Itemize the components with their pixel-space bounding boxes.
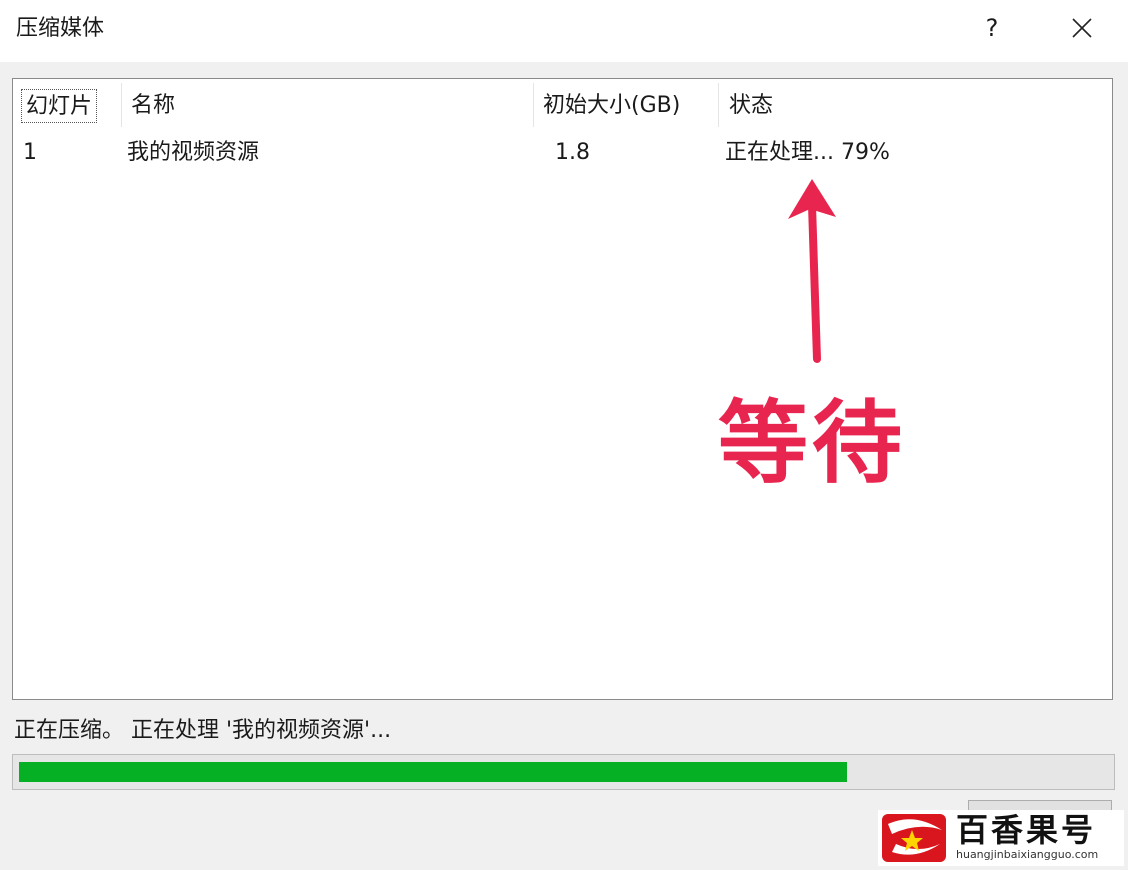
- watermark: 百香果号 huangjinbaixiangguo.com: [878, 810, 1124, 866]
- media-list[interactable]: 幻灯片 名称 初始大小(GB) 状态 1 我的视频资源 1.8 正在处理... …: [12, 78, 1113, 700]
- compress-media-dialog: 压缩媒体 ? 幻灯片 名称 初始大小(GB) 状态 1 我的视频资源 1.8 正…: [0, 0, 1128, 870]
- status-message: 正在压缩。 正在处理 '我的视频资源'...: [14, 718, 392, 743]
- column-header-status[interactable]: 状态: [729, 89, 773, 123]
- column-header-name[interactable]: 名称: [131, 89, 175, 123]
- column-divider[interactable]: [718, 83, 719, 127]
- column-header-slide[interactable]: 幻灯片: [21, 89, 98, 123]
- progress-bar: [12, 754, 1115, 790]
- dialog-title: 压缩媒体: [16, 16, 105, 41]
- cell-size: 1.8: [555, 140, 590, 165]
- column-header-size[interactable]: 初始大小(GB): [543, 89, 680, 123]
- logo-icon: [882, 814, 946, 862]
- help-button[interactable]: ?: [972, 8, 1012, 48]
- annotation-label: 等待: [718, 390, 906, 496]
- watermark-url: huangjinbaixiangguo.com: [956, 848, 1099, 861]
- progress-bar-fill: [19, 762, 847, 782]
- list-header: 幻灯片 名称 初始大小(GB) 状态: [13, 79, 1112, 131]
- watermark-name: 百香果号: [956, 811, 1097, 849]
- cell-name: 我的视频资源: [127, 140, 260, 165]
- list-row[interactable]: 1 我的视频资源 1.8 正在处理... 79%: [13, 131, 1112, 175]
- close-icon: [1072, 18, 1092, 38]
- title-bar: 压缩媒体 ?: [0, 0, 1128, 62]
- cell-slide: 1: [23, 140, 37, 165]
- cell-status: 正在处理... 79%: [725, 140, 890, 165]
- column-divider[interactable]: [533, 83, 534, 127]
- close-button[interactable]: [1060, 8, 1104, 48]
- up-arrow-icon: [788, 179, 836, 363]
- column-divider[interactable]: [121, 83, 122, 127]
